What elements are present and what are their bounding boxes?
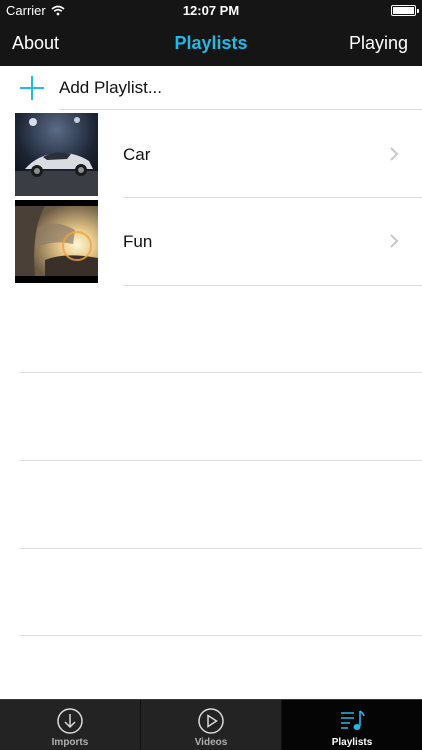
status-time: 12:07 PM [182,3,240,18]
navigation-bar: About Playlists Playing [0,22,422,66]
separator [20,372,422,373]
car-interior-thumbnail [15,200,98,283]
top-bar: Carrier 12:07 PM About Playlists Playing [0,0,422,66]
playlist-name: Car [123,145,151,164]
add-playlist-label: Add Playlist... [59,78,162,97]
separator [20,460,422,461]
tab-label: Videos [194,737,228,748]
plus-icon [20,76,44,100]
tab-bar: Imports Videos Playlists [0,699,422,750]
playlist-name: Fun [123,232,153,251]
playlist-row[interactable]: Fun [0,198,422,286]
play-circle-icon [198,708,224,734]
tab-imports[interactable]: Imports [0,700,140,750]
separator [20,548,422,549]
status-bar: Carrier 12:07 PM [0,0,422,22]
playing-button[interactable]: Playing [349,33,408,54]
separator [123,285,422,286]
download-circle-icon [57,708,83,734]
chevron-right-icon [390,147,399,161]
battery-icon [391,5,419,16]
tab-label: Playlists [331,737,373,748]
tab-playlists[interactable]: Playlists [281,700,422,750]
playlist-music-icon [341,710,365,730]
car-thumbnail [15,113,98,196]
tab-videos[interactable]: Videos [140,700,281,750]
chevron-right-icon [390,234,399,248]
add-playlist-row[interactable]: Add Playlist... [0,66,422,110]
separator [20,635,422,636]
tab-label: Imports [51,737,89,748]
playlist-row[interactable]: Car [0,110,422,198]
